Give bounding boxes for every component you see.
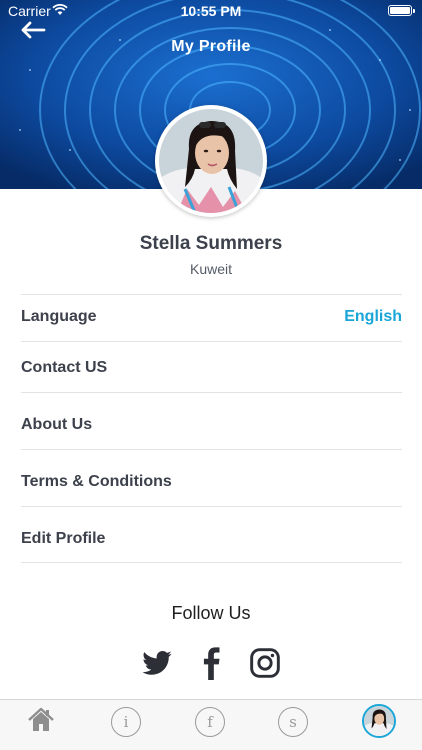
- language-value[interactable]: English: [344, 308, 402, 326]
- twitter-icon[interactable]: [141, 646, 173, 680]
- menu-item-label: Contact US: [21, 359, 108, 376]
- tab-profile-avatar[interactable]: [362, 704, 396, 738]
- menu-item-contact-us[interactable]: Contact US: [21, 341, 402, 392]
- user-name: Stella Summers: [139, 233, 283, 254]
- page-title: My Profile: [171, 38, 251, 55]
- back-arrow-icon: [21, 21, 46, 39]
- battery-icon: [388, 5, 415, 16]
- menu-item-label: Edit Profile: [21, 530, 106, 547]
- facebook-icon: f: [195, 707, 225, 737]
- status-bar: Carrier 10:55 PM: [0, 0, 422, 22]
- instagram-icon[interactable]: [249, 646, 281, 680]
- menu-item-edit-profile[interactable]: Edit Profile: [21, 506, 402, 563]
- info-icon: i: [111, 707, 141, 737]
- tab-snapchat[interactable]: s: [276, 705, 310, 739]
- menu-item-label: Language: [21, 308, 97, 325]
- menu-item-label: About Us: [21, 416, 93, 433]
- avatar-image: [159, 109, 263, 213]
- status-time: 10:55 PM: [180, 3, 242, 19]
- tab-facebook[interactable]: f: [193, 705, 227, 739]
- bottom-tab-bar: i f s: [0, 699, 422, 750]
- facebook-icon[interactable]: [199, 646, 223, 680]
- menu-item-terms-conditions[interactable]: Terms & Conditions: [21, 449, 402, 506]
- settings-menu: Language English Contact US About Us Ter…: [21, 294, 402, 563]
- snapchat-icon: s: [278, 707, 308, 737]
- home-icon: [28, 707, 54, 731]
- menu-item-label: Terms & Conditions: [21, 473, 172, 490]
- follow-us-title: Follow Us: [171, 603, 251, 623]
- menu-item-about-us[interactable]: About Us: [21, 392, 402, 449]
- tab-info[interactable]: i: [109, 705, 143, 739]
- user-location: Kuweit: [189, 261, 233, 277]
- avatar-image: [364, 706, 394, 736]
- profile-avatar[interactable]: [155, 105, 267, 217]
- menu-item-language[interactable]: Language English: [21, 294, 402, 341]
- tab-home[interactable]: [26, 705, 60, 739]
